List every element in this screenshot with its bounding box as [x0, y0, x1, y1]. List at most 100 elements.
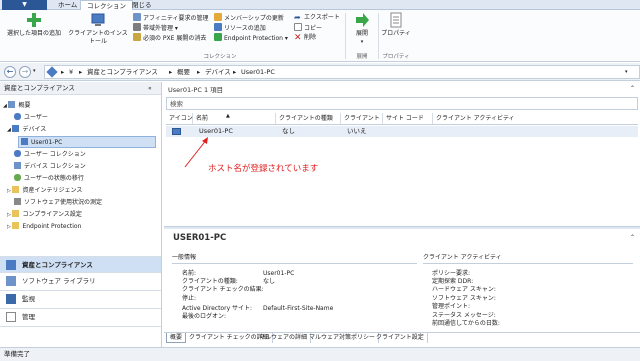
application-menu-button[interactable]: ▼ — [2, 0, 47, 10]
workspace-administration[interactable]: 管理 — [0, 308, 161, 324]
navigation-header: 資産とコンプライアンス — [0, 82, 161, 95]
detail-value-ad-site: Default-First-Site-Name — [263, 305, 334, 312]
copy-icon — [294, 23, 302, 31]
search-placeholder: 検索 — [170, 100, 183, 108]
nav-item-user-state-migration[interactable]: ユーザーの状態の移行 — [14, 173, 84, 185]
copy-button[interactable]: コピー — [294, 23, 340, 33]
clear-pxe-label: 必須の PXE 展開の消去 — [143, 35, 207, 42]
breadcrumb-current[interactable]: User01-PC — [241, 67, 275, 77]
activity-label-status: ステータス メッセージ: — [432, 312, 496, 319]
column-name[interactable]: 名前 — [193, 113, 276, 124]
workspace-software-library[interactable]: ソフトウェア ライブラリ — [0, 272, 161, 288]
delete-x-icon: ✕ — [294, 33, 302, 43]
nav-item-overview[interactable]: ◢ 概要 — [3, 100, 30, 112]
properties-label: プロパティ — [381, 30, 411, 37]
nav-item-software-metering[interactable]: ソフトウェア使用状況の測定 — [14, 197, 102, 209]
small-col-1: アフィニティ要求の管理 帯域外管理 ▾ 必須の PXE 展開の消去 — [133, 13, 209, 43]
tab-home[interactable]: ホーム — [52, 0, 83, 10]
nav-item-endpoint-protection[interactable]: ▷ Endpoint Protection — [7, 221, 81, 233]
back-arrow-icon[interactable]: ← — [4, 66, 16, 78]
pxe-icon — [133, 33, 141, 41]
server-icon — [133, 23, 141, 31]
divider — [423, 263, 633, 264]
address-bar: ← → ▾ ▸ ¥ ▸ 資産とコンプライアンス ▸ 概要 ▸ デバイス ▸ Us… — [0, 63, 640, 81]
nav-item-device-collections[interactable]: デバイス コレクション — [14, 161, 86, 173]
tab-antimalware-policy[interactable]: マルウェア対策ポリシー — [306, 333, 380, 343]
column-client-type[interactable]: クライアントの種類 — [276, 113, 341, 124]
search-input[interactable]: 検索 — [166, 97, 638, 110]
delete-button[interactable]: ✕ 削除 — [294, 33, 340, 43]
status-bar: 準備完了 — [0, 347, 640, 361]
details-title: USER01-PC — [173, 233, 227, 243]
collapse-details-icon[interactable]: ⌃ — [630, 234, 635, 241]
collapse-icon[interactable]: ⌃ — [630, 85, 635, 92]
nav-item-compliance-settings[interactable]: ▷ コンプライアンス設定 — [7, 209, 82, 221]
navigation-pane: 資産とコンプライアンス « ◢ 概要 ユーザー ◢ デバイス User01-PC… — [0, 82, 162, 347]
breadcrumb-root[interactable]: ¥ — [69, 67, 73, 77]
divider — [172, 263, 417, 264]
deploy-label: 展開 — [355, 30, 368, 37]
nav-item-asset-intelligence[interactable]: ▷ 資産インテリジェンス — [7, 185, 82, 197]
workspace-administration-label: 管理 — [22, 313, 35, 321]
group-label-deploy: 展開 — [356, 54, 368, 60]
deploy-dropdown-icon: ▾ — [360, 39, 364, 45]
splitter[interactable] — [164, 226, 640, 229]
tab-summary[interactable]: 概要 — [166, 333, 187, 343]
metering-icon — [14, 198, 21, 205]
nav-item-user01-pc[interactable]: User01-PC — [18, 136, 156, 148]
detail-value-client-type: なし — [263, 278, 276, 285]
workspace-assets[interactable]: 資産とコンプライアンス — [0, 256, 161, 272]
admin-workspace-icon — [6, 312, 16, 322]
breadcrumb-overview[interactable]: 概要 — [177, 67, 190, 77]
update-membership-button[interactable]: メンバーシップの更新 — [214, 13, 288, 23]
add-selected-items-button[interactable]: 選択した項目の追加 — [4, 12, 64, 38]
nav-item-user-collections[interactable]: ユーザー コレクション — [14, 149, 86, 161]
activity-label-sw-scan: ソフトウェア スキャン: — [432, 295, 496, 302]
group-label-properties: プロパティ — [382, 54, 410, 60]
deploy-button[interactable]: 展開 ▾ — [348, 12, 376, 46]
breadcrumb-assets[interactable]: 資産とコンプライアンス — [87, 67, 158, 77]
properties-icon — [388, 12, 404, 28]
add-resources-button[interactable]: リソースの追加 — [214, 23, 288, 33]
install-client-button[interactable]: クライアントのインストール — [66, 12, 130, 46]
tab-client-settings[interactable]: クライアント設定 — [373, 333, 428, 343]
general-info-header: 一般情報 — [172, 254, 197, 261]
overview-icon — [8, 101, 16, 108]
column-client-activity[interactable]: クライアント アクティビティ — [433, 113, 638, 124]
nav-item-devices[interactable]: ◢ デバイス — [7, 124, 46, 136]
activity-label-mp: 管理ポイント: — [432, 303, 471, 310]
affinity-requests-button[interactable]: アフィニティ要求の管理 — [133, 13, 209, 23]
sort-ascending-icon: ▲ — [226, 113, 230, 119]
table-row[interactable] — [166, 126, 638, 137]
column-client[interactable]: クライアント — [341, 113, 383, 124]
breadcrumb-sep: ▸ — [61, 68, 65, 76]
clear-pxe-button[interactable]: 必須の PXE 展開の消去 — [133, 33, 209, 43]
user-icon — [14, 113, 21, 120]
breadcrumb-sep: ▸ — [197, 68, 201, 76]
ribbon-separator — [345, 13, 346, 59]
export-button[interactable]: ➦ エクスポート — [294, 13, 340, 23]
column-site-code[interactable]: サイト コード — [383, 113, 433, 124]
out-of-band-button[interactable]: 帯域外管理 ▾ — [133, 23, 209, 33]
detail-label-name: 名前: — [182, 270, 197, 277]
nav-user01-pc-label: User01-PC — [31, 139, 63, 146]
add-selected-items-label: 選択した項目の追加 — [6, 30, 61, 37]
workspace-monitoring[interactable]: 監視 — [0, 290, 161, 306]
column-icon[interactable]: アイコン — [166, 113, 193, 124]
collapse-pane-icon[interactable]: « — [148, 85, 152, 92]
copy-label: コピー — [304, 25, 323, 32]
history-dropdown-icon[interactable]: ▾ — [33, 68, 36, 74]
tab-malware-details[interactable]: マルウェアの詳細 — [256, 333, 312, 343]
forward-arrow-icon[interactable]: → — [19, 66, 31, 78]
nav-item-users[interactable]: ユーザー — [14, 112, 48, 124]
breadcrumb: ▸ ¥ ▸ 資産とコンプライアンス ▸ 概要 ▸ デバイス ▸ User01-P… — [44, 65, 640, 79]
properties-button[interactable]: プロパティ — [381, 12, 411, 38]
console-root-icon — [46, 66, 58, 78]
breadcrumb-dropdown-icon[interactable]: ▾ — [625, 67, 628, 77]
breadcrumb-sep: ▸ — [79, 68, 83, 76]
endpoint-protection-button[interactable]: Endpoint Protection ▾ — [214, 33, 288, 43]
breadcrumb-devices[interactable]: デバイス — [205, 67, 231, 77]
tab-close[interactable]: 閉じる — [126, 0, 158, 10]
detail-label-client-check: クライアント チェックの結果: — [182, 286, 264, 293]
activity-label-hw-scan: ハードウェア スキャン: — [432, 286, 496, 293]
